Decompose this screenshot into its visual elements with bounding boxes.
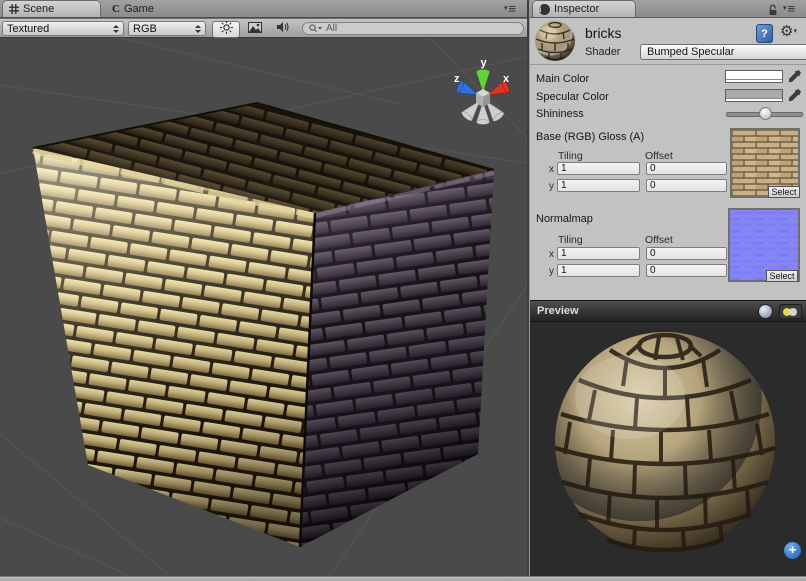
base-offset-y-input[interactable]: [646, 179, 727, 192]
tab-inspector[interactable]: i Inspector: [532, 0, 636, 17]
normal-offset-x-input[interactable]: [646, 247, 727, 260]
tab-scene[interactable]: Scene: [2, 0, 101, 17]
eyedropper-icon[interactable]: [788, 88, 802, 102]
draw-mode-dropdown[interactable]: Textured: [2, 21, 124, 36]
window-bottom-frame: [0, 576, 806, 581]
shader-dropdown[interactable]: Bumped Specular: [640, 44, 806, 60]
tab-game-label: Game: [124, 3, 154, 15]
speaker-icon: [276, 20, 290, 38]
normal-y-label: y: [549, 266, 554, 277]
preview-title: Preview: [537, 305, 579, 317]
normal-tiling-label: Tiling: [558, 234, 583, 246]
scene-toolbar: Textured RGB: [0, 18, 527, 38]
tab-scene-label: Scene: [23, 3, 54, 15]
search-icon: [309, 24, 322, 33]
shininess-slider[interactable]: [726, 112, 803, 117]
updown-arrows-icon: [195, 22, 201, 36]
tab-game[interactable]: C Game: [106, 0, 206, 17]
color-mode-value: RGB: [133, 23, 191, 35]
inspector-tabstrip: i Inspector ▾≡: [530, 0, 806, 18]
main-color-label: Main Color: [536, 73, 589, 85]
inspector-menu-icon[interactable]: ▾≡: [783, 3, 795, 14]
preview-lighting-icon[interactable]: [779, 304, 802, 319]
preview-header[interactable]: Preview: [530, 300, 806, 322]
base-tiling-y-input[interactable]: [557, 179, 640, 192]
shader-value: Bumped Specular: [647, 46, 734, 58]
scene-panel-menu-icon[interactable]: ▾≡: [504, 3, 516, 14]
scene-search-field[interactable]: All: [302, 22, 524, 35]
gizmo-z-label: z: [454, 73, 460, 85]
base-offset-label: Offset: [645, 150, 673, 162]
normal-tiling-y-input[interactable]: [557, 264, 640, 277]
unity-editor-window: Scene C Game ▾≡ Textured RGB: [0, 0, 806, 581]
normal-x-label: x: [549, 249, 554, 260]
add-icon[interactable]: +: [784, 542, 801, 559]
alpha-bar: [726, 79, 782, 82]
main-color-swatch[interactable]: [725, 70, 783, 83]
color-mode-dropdown[interactable]: RGB: [128, 21, 206, 36]
preview-area[interactable]: +: [530, 322, 806, 576]
normal-section-title: Normalmap: [536, 213, 593, 225]
preview-sphere-render: [530, 322, 806, 576]
tab-inspector-label: Inspector: [554, 3, 599, 15]
updown-arrows-icon: [113, 22, 119, 36]
base-select-button[interactable]: Select: [768, 186, 800, 198]
scene-tabstrip: Scene C Game ▾≡: [0, 0, 527, 18]
game-icon: C: [112, 3, 120, 15]
audio-toggle-button[interactable]: [270, 21, 295, 36]
specular-color-swatch[interactable]: [725, 89, 783, 102]
normal-select-button[interactable]: Select: [766, 270, 798, 282]
base-y-label: y: [549, 181, 554, 192]
specular-color-label: Specular Color: [536, 91, 609, 103]
lighting-toggle-button[interactable]: [212, 21, 240, 38]
preview-mesh-sphere-icon[interactable]: [758, 304, 773, 319]
brick-cube: [33, 103, 494, 547]
shininess-thumb[interactable]: [759, 107, 772, 120]
base-section-title: Base (RGB) Gloss (A): [536, 131, 644, 143]
shininess-label: Shininess: [536, 108, 584, 120]
scene-3d-render: y x z: [0, 38, 527, 576]
image-icon: [248, 20, 262, 38]
gizmo-x-label: x: [503, 73, 510, 85]
draw-mode-value: Textured: [7, 23, 109, 35]
normal-tiling-x-input[interactable]: [557, 247, 640, 260]
scene-viewport[interactable]: y x z: [0, 38, 527, 576]
scene-gizmo: y x z: [454, 57, 511, 124]
gear-icon[interactable]: ⚙▾: [780, 22, 797, 40]
base-offset-x-input[interactable]: [646, 162, 727, 175]
scene-panel: Scene C Game ▾≡ Textured RGB: [0, 0, 527, 576]
normal-offset-label: Offset: [645, 234, 673, 246]
eyedropper-icon[interactable]: [788, 69, 802, 83]
info-icon: i: [539, 4, 550, 15]
normal-offset-y-input[interactable]: [646, 264, 727, 277]
sun-icon: [220, 21, 233, 39]
gizmo-y-label: y: [481, 57, 488, 69]
alpha-bar: [726, 98, 782, 101]
material-header: bricks Shader Bumped Specular ? ⚙▾: [530, 18, 806, 65]
base-x-label: x: [549, 164, 554, 175]
base-tiling-label: Tiling: [558, 150, 583, 162]
shader-label: Shader: [585, 46, 620, 58]
material-preview-thumbnail: [534, 20, 576, 62]
base-tiling-x-input[interactable]: [557, 162, 640, 175]
grid-icon: [9, 4, 19, 14]
search-placeholder: All: [326, 23, 337, 34]
material-name: bricks: [585, 25, 622, 41]
help-icon[interactable]: ?: [756, 24, 773, 43]
light-dot-white: [789, 308, 797, 316]
render-paths-button[interactable]: [242, 21, 267, 36]
